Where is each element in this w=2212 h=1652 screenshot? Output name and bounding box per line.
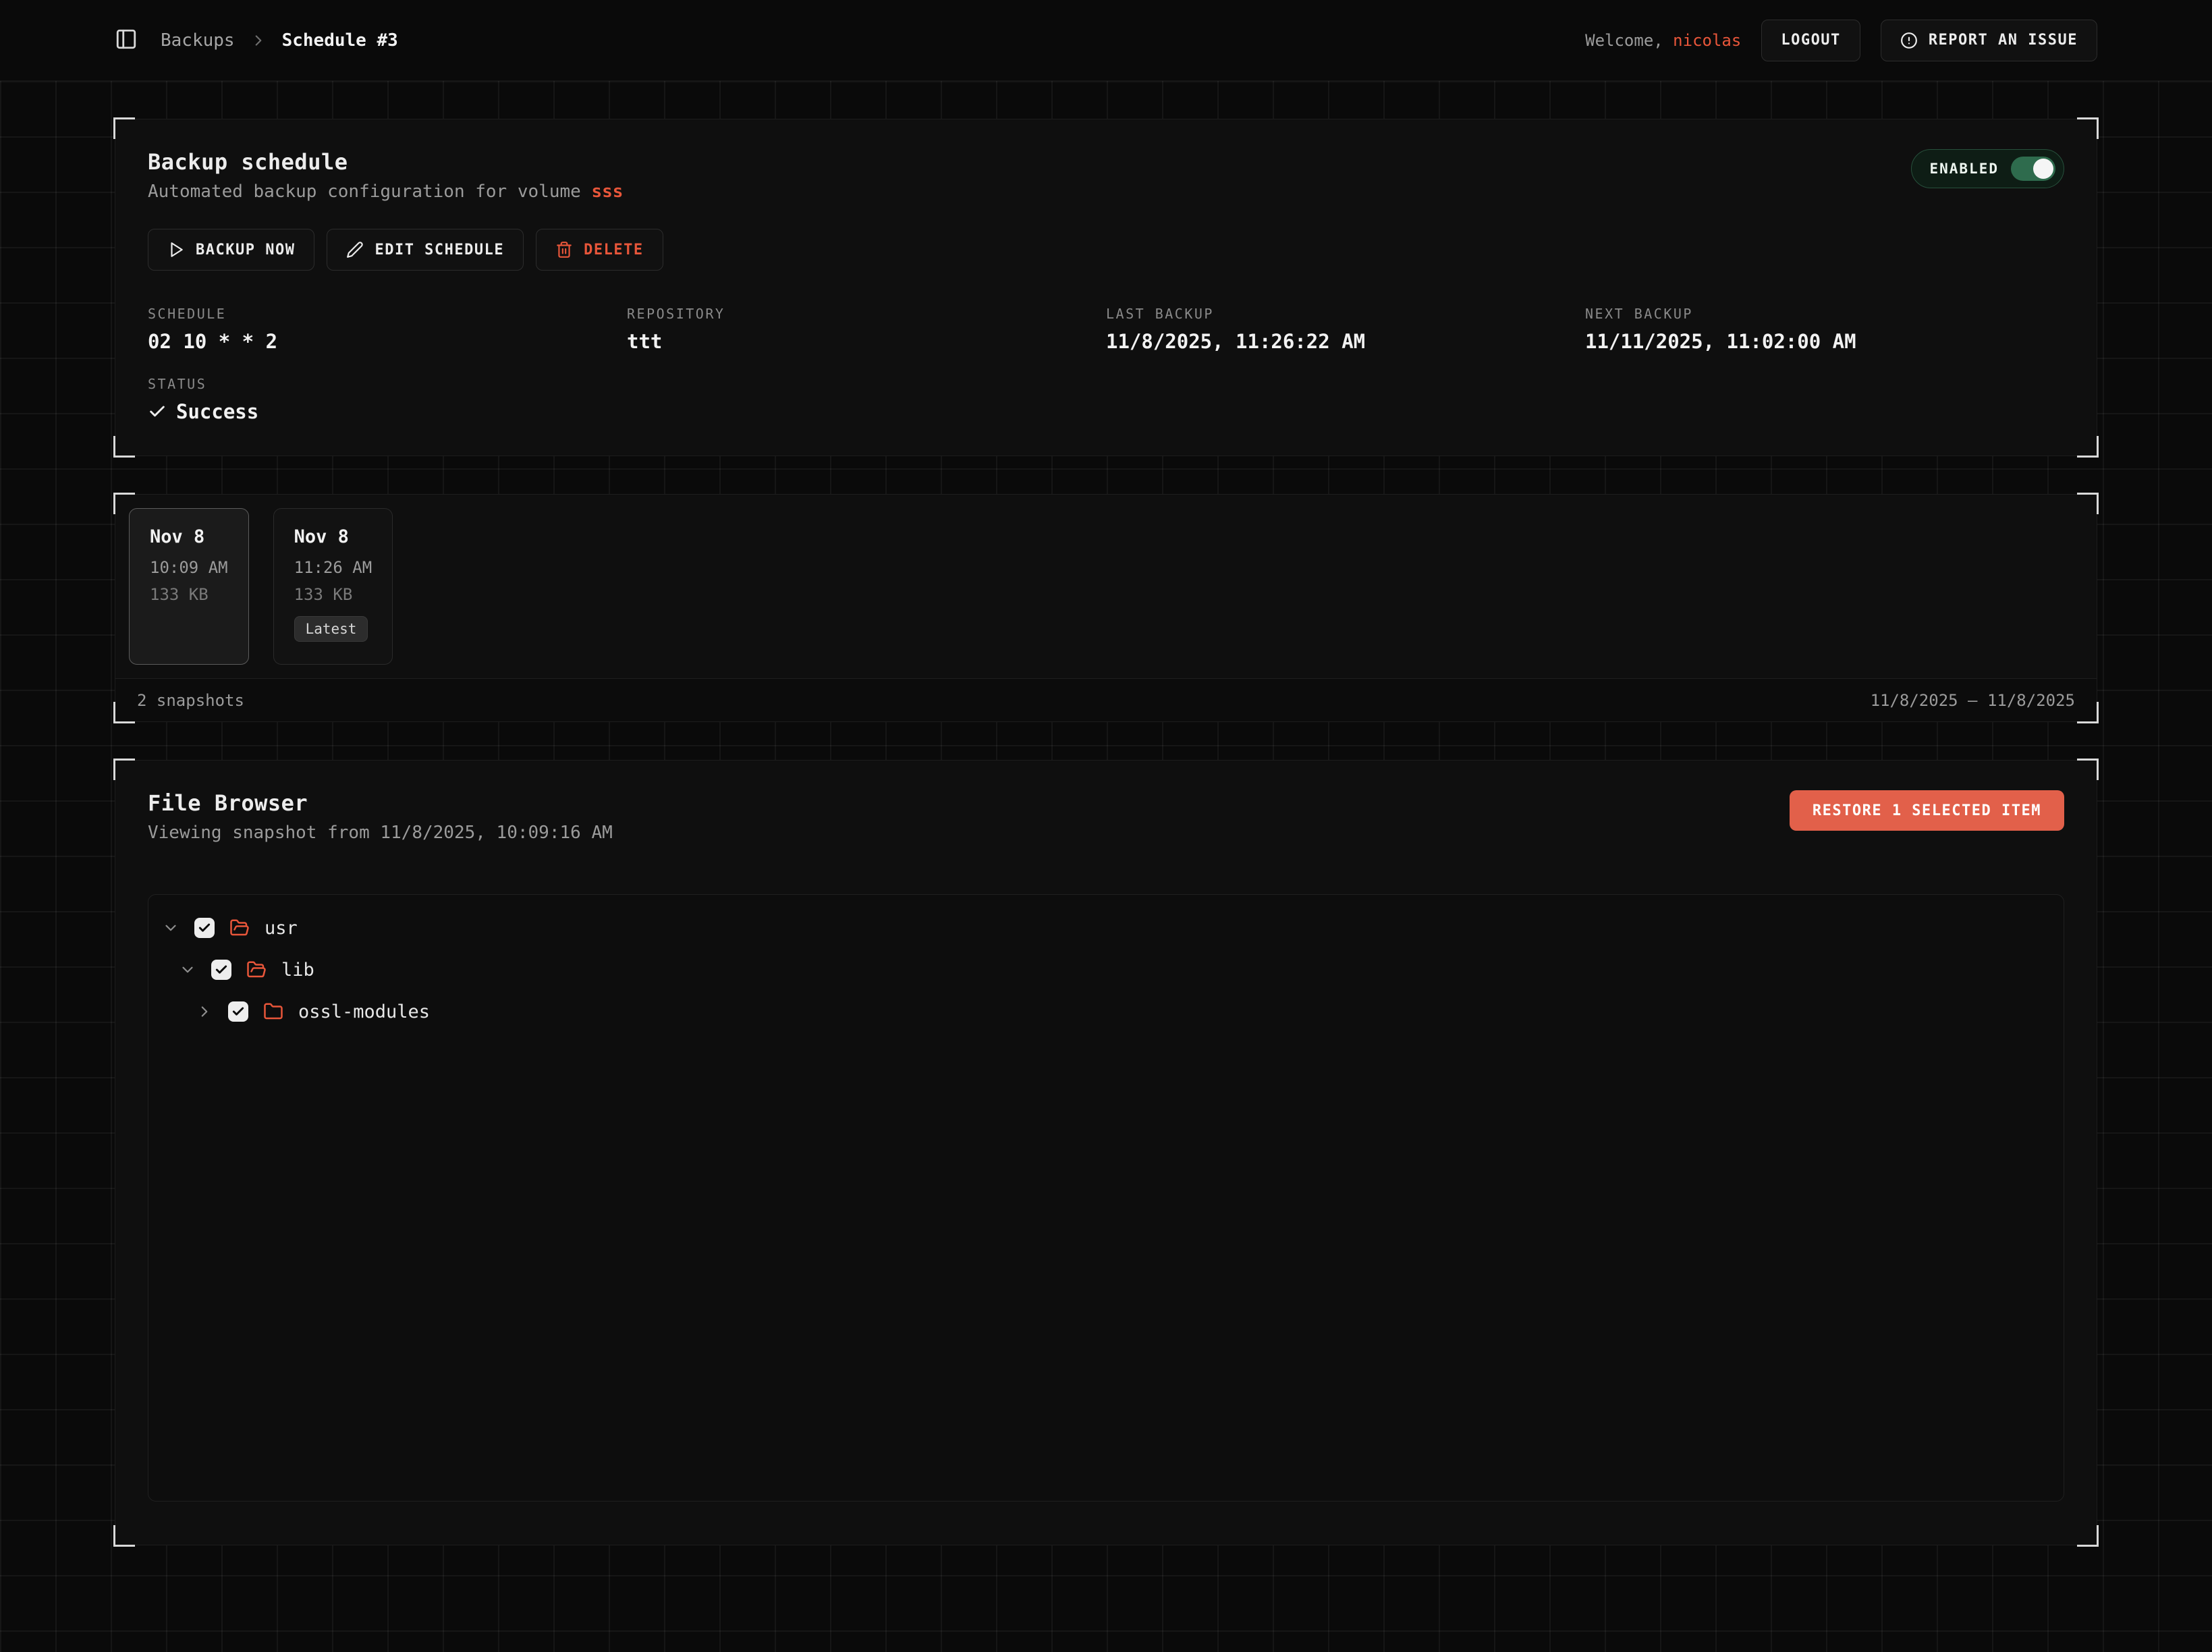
top-bar: Backups Schedule #3 Welcome, nicolas LOG…	[0, 0, 2212, 81]
enabled-toggle[interactable]: ENABLED	[1911, 149, 2064, 188]
checkbox-checked[interactable]	[228, 1001, 248, 1022]
field-label: LAST BACKUP	[1106, 306, 1585, 322]
snapshot-size: 133 KB	[294, 585, 353, 604]
username: nicolas	[1673, 31, 1741, 50]
check-icon	[148, 402, 167, 421]
corner-bracket	[113, 436, 135, 458]
checkbox-checked[interactable]	[211, 960, 231, 980]
breadcrumb-backups[interactable]: Backups	[161, 30, 235, 51]
corner-bracket	[2077, 436, 2099, 458]
snapshot-count: 2 snapshots	[137, 691, 244, 710]
snapshot-date-range: 11/8/2025 – 11/8/2025	[1871, 691, 2075, 710]
field-value: ttt	[627, 330, 1106, 353]
file-browser-title: File Browser	[148, 790, 613, 816]
field-value: 02 10 * * 2	[148, 330, 627, 353]
corner-bracket	[2077, 759, 2099, 780]
field-schedule: SCHEDULE 02 10 * * 2	[148, 306, 627, 353]
field-repository: REPOSITORY ttt	[627, 306, 1106, 353]
tree-item-name: usr	[265, 918, 298, 939]
folder-icon	[263, 1001, 283, 1022]
corner-bracket	[2077, 117, 2099, 139]
field-label: SCHEDULE	[148, 306, 627, 322]
field-last-backup: LAST BACKUP 11/8/2025, 11:26:22 AM	[1106, 306, 1585, 353]
field-label: NEXT BACKUP	[1585, 306, 2064, 322]
corner-bracket	[113, 759, 135, 780]
pencil-icon	[346, 241, 364, 258]
edit-schedule-label: EDIT SCHEDULE	[375, 242, 504, 258]
tree-row-usr[interactable]: usr	[162, 907, 2050, 949]
main-content: Backup schedule Automated backup configu…	[0, 81, 2212, 1652]
play-icon	[167, 241, 185, 258]
snapshots-section: Nov 8 10:09 AM 133 KB Nov 8 11:26 AM 133…	[115, 494, 2097, 722]
delete-button[interactable]: DELETE	[536, 229, 663, 271]
panel-left-icon	[115, 28, 138, 53]
logout-label: LOGOUT	[1781, 32, 1840, 49]
schedule-card-subtitle: Automated backup configuration for volum…	[148, 182, 623, 202]
chevron-right-icon	[250, 32, 267, 49]
folder-open-icon	[229, 918, 250, 938]
field-value: 11/8/2025, 11:26:22 AM	[1106, 330, 1585, 353]
corner-bracket	[113, 1525, 135, 1547]
tree-item-name: lib	[281, 960, 314, 981]
snapshot-date: Nov 8	[150, 526, 204, 547]
sidebar-toggle-button[interactable]	[115, 28, 138, 53]
backup-now-label: BACKUP NOW	[196, 242, 295, 258]
field-status: STATUS Success	[148, 376, 627, 423]
snapshot-time: 11:26 AM	[294, 558, 372, 577]
folder-open-icon	[246, 960, 267, 980]
alert-circle-icon	[1900, 32, 1918, 49]
report-issue-button[interactable]: REPORT AN ISSUE	[1881, 20, 2097, 61]
file-browser-card: File Browser Viewing snapshot from 11/8/…	[115, 760, 2097, 1545]
field-value: 11/11/2025, 11:02:00 AM	[1585, 330, 2064, 353]
toggle-knob	[2033, 159, 2053, 179]
welcome-text: Welcome, nicolas	[1585, 31, 1741, 50]
edit-schedule-button[interactable]: EDIT SCHEDULE	[327, 229, 524, 271]
report-issue-label: REPORT AN ISSUE	[1929, 32, 2078, 49]
latest-badge: Latest	[294, 616, 368, 642]
breadcrumb-current: Schedule #3	[282, 30, 398, 51]
enabled-label: ENABLED	[1929, 161, 1999, 177]
restore-selected-button[interactable]: RESTORE 1 SELECTED ITEM	[1790, 790, 2064, 831]
file-tree-panel: usr lib	[148, 894, 2064, 1502]
schedule-card-title: Backup schedule	[148, 149, 623, 175]
file-browser-subtitle: Viewing snapshot from 11/8/2025, 10:09:1…	[148, 823, 613, 843]
tree-item-name: ossl-modules	[298, 1001, 430, 1022]
field-label: REPOSITORY	[627, 306, 1106, 322]
snapshot-time: 10:09 AM	[150, 558, 228, 577]
backup-schedule-card: Backup schedule Automated backup configu…	[115, 119, 2097, 456]
checkbox-checked[interactable]	[194, 918, 215, 938]
corner-bracket	[113, 117, 135, 139]
field-label: STATUS	[148, 376, 627, 392]
snapshot-date: Nov 8	[294, 526, 349, 547]
welcome-prefix: Welcome,	[1585, 31, 1663, 50]
subtitle-prefix: Automated backup configuration for volum…	[148, 182, 581, 202]
logout-button[interactable]: LOGOUT	[1761, 20, 1860, 61]
chevron-right-icon[interactable]	[196, 1003, 213, 1020]
snapshot-card[interactable]: Nov 8 11:26 AM 133 KB Latest	[273, 508, 393, 665]
snapshot-card-selected[interactable]: Nov 8 10:09 AM 133 KB	[129, 508, 249, 665]
toggle-switch-icon	[2011, 157, 2055, 181]
breadcrumb: Backups Schedule #3	[161, 30, 398, 51]
chevron-down-icon[interactable]	[162, 919, 179, 937]
volume-name: sss	[591, 182, 623, 202]
corner-bracket	[2077, 1525, 2099, 1547]
trash-icon	[555, 241, 573, 258]
status-value: Success	[176, 400, 258, 423]
snapshot-size: 133 KB	[150, 585, 209, 604]
delete-label: DELETE	[584, 242, 643, 258]
tree-row-lib[interactable]: lib	[162, 949, 2050, 991]
field-next-backup: NEXT BACKUP 11/11/2025, 11:02:00 AM	[1585, 306, 2064, 353]
backup-now-button[interactable]: BACKUP NOW	[148, 229, 314, 271]
chevron-down-icon[interactable]	[179, 961, 196, 979]
tree-row-ossl-modules[interactable]: ossl-modules	[162, 991, 2050, 1032]
